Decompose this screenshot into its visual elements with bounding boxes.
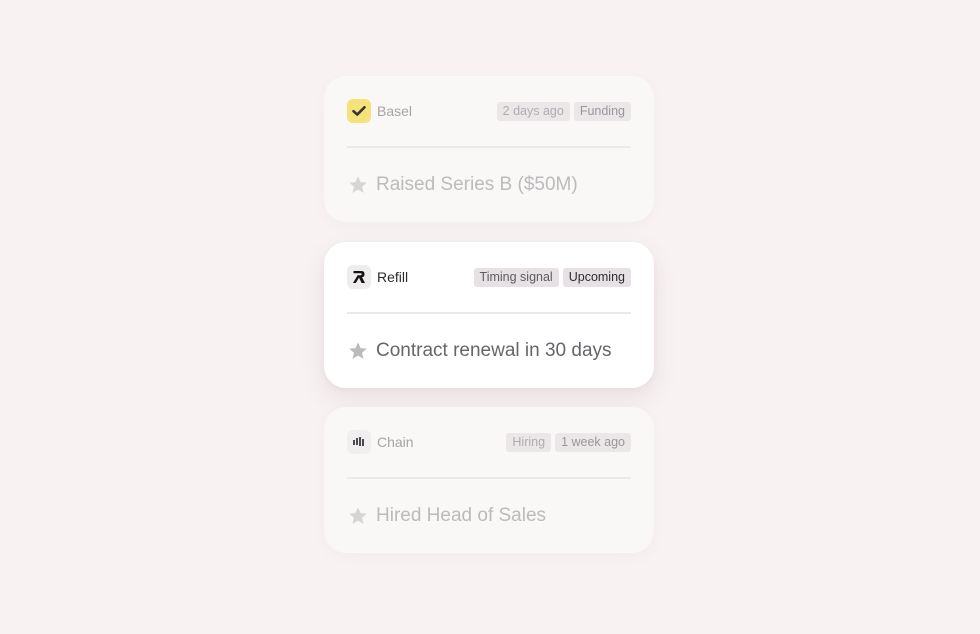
badge-group: Hiring 1 week ago (506, 432, 631, 452)
status-badge: Upcoming (562, 267, 631, 287)
signal-title: Hired Head of Sales (376, 505, 547, 526)
company-name: Chain (377, 434, 414, 450)
card-body: Raised Series B ($50M) (347, 172, 578, 198)
star-icon[interactable] (347, 174, 369, 196)
signal-card-refill[interactable]: Refill Timing signal Upcoming Contract r… (324, 242, 654, 388)
time-badge: 2 days ago (496, 101, 570, 121)
category-badge: Funding (573, 101, 631, 121)
card-body: Contract renewal in 30 days (347, 338, 612, 364)
chain-logo-icon (347, 430, 371, 454)
card-header: Chain Hiring 1 week ago (347, 430, 631, 454)
category-badge: Hiring (506, 432, 552, 452)
card-header: Refill Timing signal Upcoming (347, 265, 631, 289)
star-icon[interactable] (347, 505, 369, 527)
star-icon[interactable] (347, 340, 369, 362)
signal-title: Contract renewal in 30 days (376, 340, 612, 361)
divider (347, 146, 631, 148)
signal-type-badge: Timing signal (473, 267, 559, 287)
signal-card-basel[interactable]: Basel 2 days ago Funding Raised Series B… (324, 76, 654, 222)
company-name: Basel (377, 103, 413, 119)
company-name: Refill (377, 269, 409, 285)
card-header: Basel 2 days ago Funding (347, 99, 631, 123)
signal-title: Raised Series B ($50M) (376, 174, 578, 195)
divider (347, 312, 631, 314)
signal-card-chain[interactable]: Chain Hiring 1 week ago Hired Head of Sa… (324, 407, 654, 553)
time-badge: 1 week ago (555, 432, 631, 452)
badge-group: Timing signal Upcoming (473, 267, 631, 287)
refill-logo-icon (347, 265, 371, 289)
badge-group: 2 days ago Funding (496, 101, 631, 121)
card-body: Hired Head of Sales (347, 503, 546, 529)
check-icon (347, 99, 371, 123)
divider (347, 477, 631, 479)
